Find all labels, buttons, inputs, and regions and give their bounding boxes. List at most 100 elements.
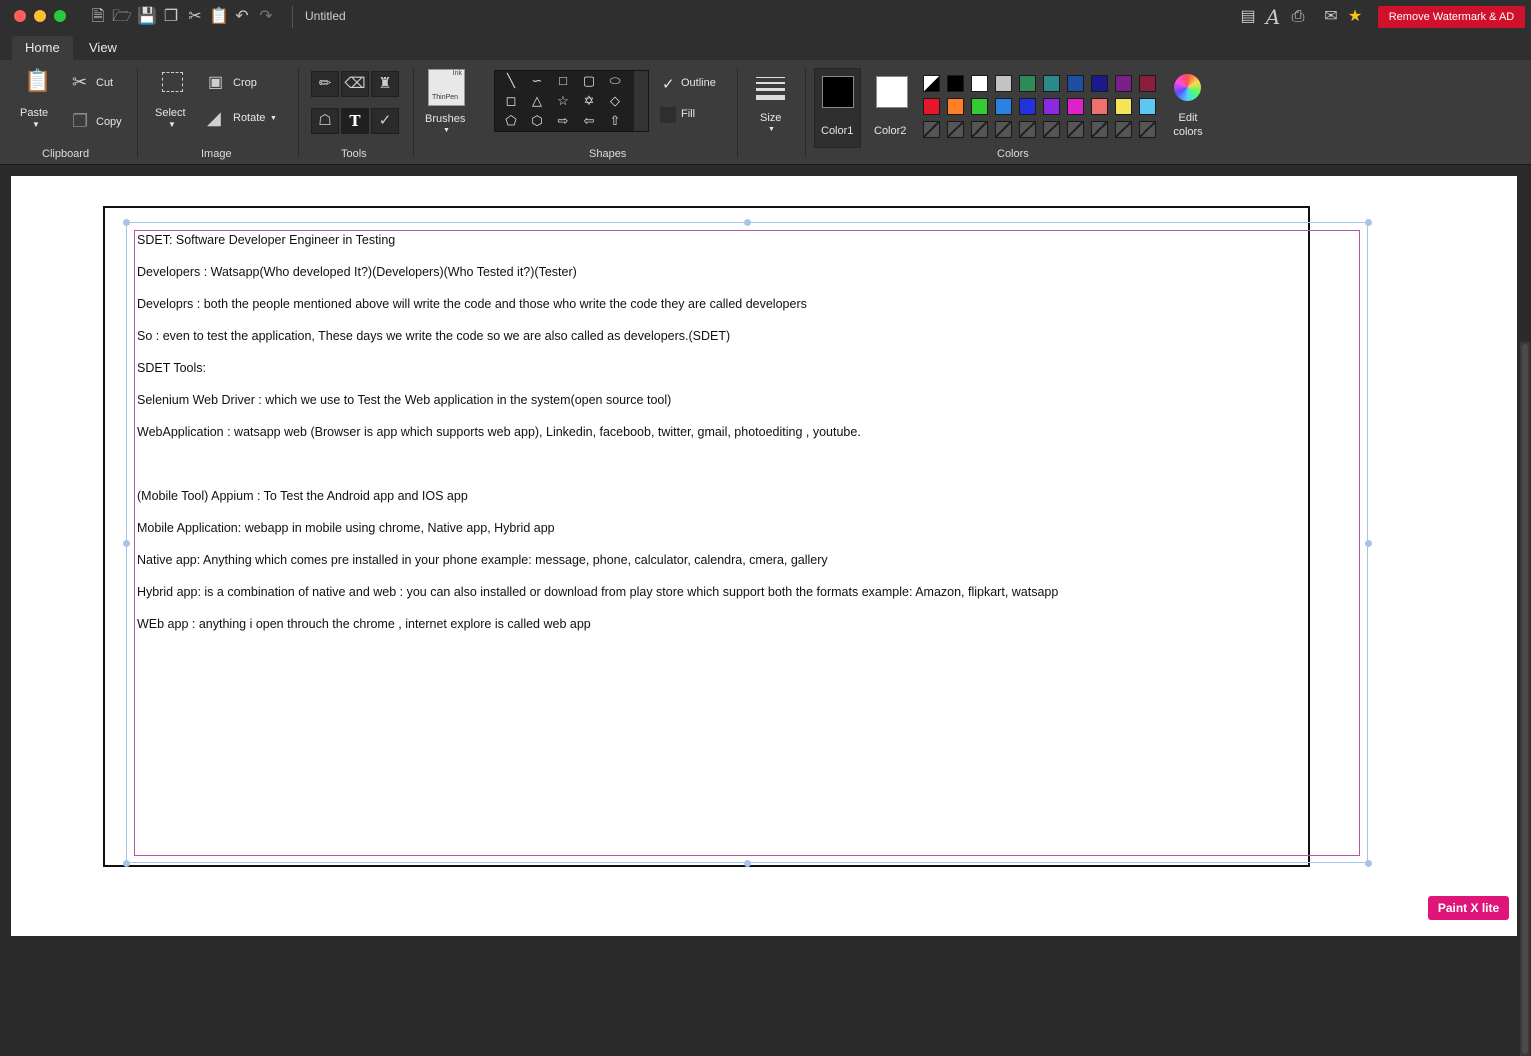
resize-handle[interactable] [123,860,130,867]
palette-swatch[interactable] [947,75,964,92]
palette-swatch-empty[interactable] [971,121,988,138]
color1-swatch[interactable] [822,76,854,108]
paste-dropdown-icon[interactable]: ▼ [32,120,40,129]
new-file-icon[interactable]: 🗎 [88,7,108,27]
palette-swatch[interactable] [1043,98,1060,115]
crop-icon[interactable]: ▣ [208,72,223,92]
brushes-button[interactable]: Brushes [425,113,465,125]
outline-option[interactable]: Outline [681,77,716,89]
scrollbar-thumb[interactable] [1522,344,1528,1054]
color-wheel-icon[interactable] [1174,74,1201,101]
palette-swatch[interactable] [971,75,988,92]
palette-swatch[interactable] [1091,98,1108,115]
resize-handle[interactable] [1365,219,1372,226]
pencil-icon[interactable]: ✏ [311,71,339,97]
palette-swatch[interactable] [1067,98,1084,115]
palette-swatch-empty[interactable] [1091,121,1108,138]
edit-colors-button[interactable]: Edit colors [1172,111,1204,139]
eraser-icon[interactable]: ⌫ [341,71,369,97]
arrow-right-shape-icon[interactable]: ⇨ [551,111,575,131]
palette-swatch-empty[interactable] [1043,121,1060,138]
palette-swatch[interactable] [1091,75,1108,92]
diamond-shape-icon[interactable]: ◇ [603,91,627,111]
palette-swatch[interactable] [1115,98,1132,115]
redo-icon[interactable]: ↷ [256,7,276,27]
tab-home[interactable]: Home [12,36,73,60]
fill-bucket-icon[interactable]: ♜ [371,71,399,97]
palette-swatch-empty[interactable] [923,121,940,138]
palette-swatch-empty[interactable] [1019,121,1036,138]
palette-swatch[interactable] [971,98,988,115]
palette-swatch-empty[interactable] [1067,121,1084,138]
fill-checkbox[interactable] [660,107,676,123]
arrow-up-shape-icon[interactable]: ⇧ [603,111,627,131]
star-icon[interactable]: ★ [1345,7,1365,27]
palette-swatch-empty[interactable] [1139,121,1156,138]
copy-button[interactable]: Copy [96,116,122,128]
open-folder-icon[interactable]: 🗁 [112,7,132,27]
fill-option[interactable]: Fill [681,108,695,120]
paint-fill-icon[interactable]: ☖ [311,108,339,134]
select-marquee-icon[interactable] [162,72,183,92]
text-box[interactable] [134,230,1360,856]
palette-swatch[interactable] [923,98,940,115]
palette-swatch-bw[interactable] [923,75,940,92]
palette-swatch[interactable] [1139,75,1156,92]
palette-swatch[interactable] [1019,75,1036,92]
paste-icon[interactable]: 📋 [209,7,229,27]
size-lines-icon[interactable] [756,77,785,100]
palette-swatch[interactable] [1115,75,1132,92]
remove-watermark-button[interactable]: Remove Watermark & AD [1378,6,1525,28]
cut-button[interactable]: Cut [96,77,113,89]
line-shape-icon[interactable]: ╲ [499,71,523,91]
drawing-canvas[interactable]: SDET: Software Developer Engineer in Tes… [11,176,1517,936]
palette-swatch[interactable] [947,98,964,115]
palette-swatch-empty[interactable] [995,121,1012,138]
palette-swatch[interactable] [1043,75,1060,92]
select-button[interactable]: Select [155,107,186,119]
paste-button[interactable]: Paste [20,107,48,119]
ellipse-shape-icon[interactable]: ⬭ [603,71,627,91]
cut-icon[interactable]: ✂ [185,7,205,27]
palette-swatch[interactable] [1019,98,1036,115]
brush-preview[interactable]: Ink ThinPen [428,69,465,106]
window-layout-icon[interactable]: ▤ [1238,7,1258,27]
palette-swatch-empty[interactable] [947,121,964,138]
print-icon[interactable]: ⎙ [1288,7,1308,27]
curve-shape-icon[interactable]: ∽ [525,71,549,91]
scissors-icon[interactable]: ✂ [72,72,87,93]
text-tool-icon[interactable]: T [341,108,369,134]
vertical-scrollbar[interactable] [1520,342,1530,1056]
close-window-button[interactable] [14,10,26,22]
size-dropdown-icon[interactable]: ▼ [768,126,775,133]
shapes-scrollbar[interactable] [634,71,648,131]
font-icon[interactable]: A [1263,7,1283,27]
rounded-rectangle-shape-icon[interactable]: ▢ [577,71,601,91]
rotate-button[interactable]: Rotate [233,112,265,124]
right-triangle-shape-icon[interactable]: ◻ [499,91,523,111]
triangle-shape-icon[interactable]: △ [525,91,549,111]
minimize-window-button[interactable] [34,10,46,22]
brushes-dropdown-icon[interactable]: ▼ [443,127,450,134]
palette-swatch[interactable] [1139,98,1156,115]
tab-view[interactable]: View [76,36,130,60]
hexagon-shape-icon[interactable]: ⬡ [525,111,549,131]
palette-swatch[interactable] [995,75,1012,92]
copy-doc-icon[interactable]: ❐ [72,111,88,132]
rotate-icon[interactable]: ◢ [207,108,221,129]
palette-swatch-empty[interactable] [1115,121,1132,138]
resize-handle[interactable] [1365,540,1372,547]
resize-handle[interactable] [744,219,751,226]
rectangle-shape-icon[interactable]: □ [551,71,575,91]
mail-icon[interactable]: ✉ [1321,7,1341,27]
pentagon-shape-icon[interactable]: ⬠ [499,111,523,131]
color2-swatch[interactable] [876,76,908,108]
paste-clipboard-icon[interactable]: 📋 [24,68,51,94]
resize-handle[interactable] [123,540,130,547]
rotate-dropdown-icon[interactable]: ▼ [270,115,277,122]
palette-swatch[interactable] [1067,75,1084,92]
size-button[interactable]: Size [760,112,781,124]
zoom-window-button[interactable] [54,10,66,22]
star-six-shape-icon[interactable]: ✡ [577,91,601,111]
outline-check-icon[interactable]: ✓ [662,75,675,93]
